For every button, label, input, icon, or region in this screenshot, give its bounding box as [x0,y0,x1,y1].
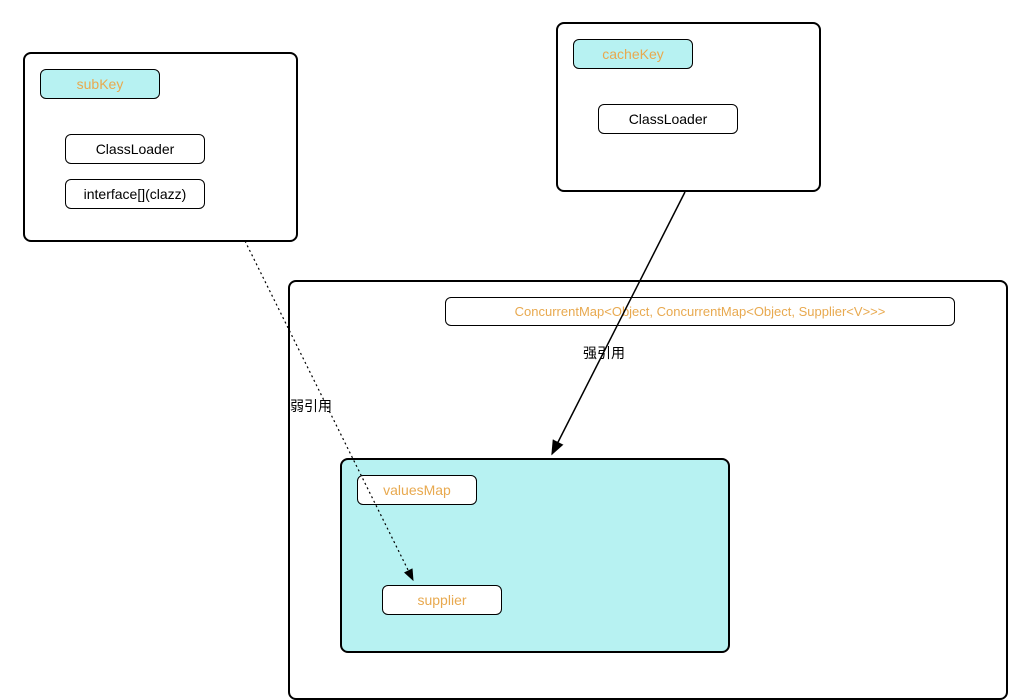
cachekey-box: cacheKey ClassLoader [556,22,821,192]
valuesmap-box: valuesMap supplier [340,458,730,653]
subkey-item-classloader: ClassLoader [65,134,205,164]
strong-ref-label: 强引用 [583,343,625,363]
subkey-title: subKey [40,69,160,99]
valuesmap-title: valuesMap [357,475,477,505]
subkey-item-interface: interface[](clazz) [65,179,205,209]
supplier-box: supplier [382,585,502,615]
weak-ref-label: 弱引用 [290,396,332,416]
concurrentmap-box: ConcurrentMap<Object, ConcurrentMap<Obje… [288,280,1008,700]
subkey-box: subKey ClassLoader interface[](clazz) [23,52,298,242]
concurrentmap-title: ConcurrentMap<Object, ConcurrentMap<Obje… [445,297,955,326]
cachekey-item-classloader: ClassLoader [598,104,738,134]
cachekey-title: cacheKey [573,39,693,69]
